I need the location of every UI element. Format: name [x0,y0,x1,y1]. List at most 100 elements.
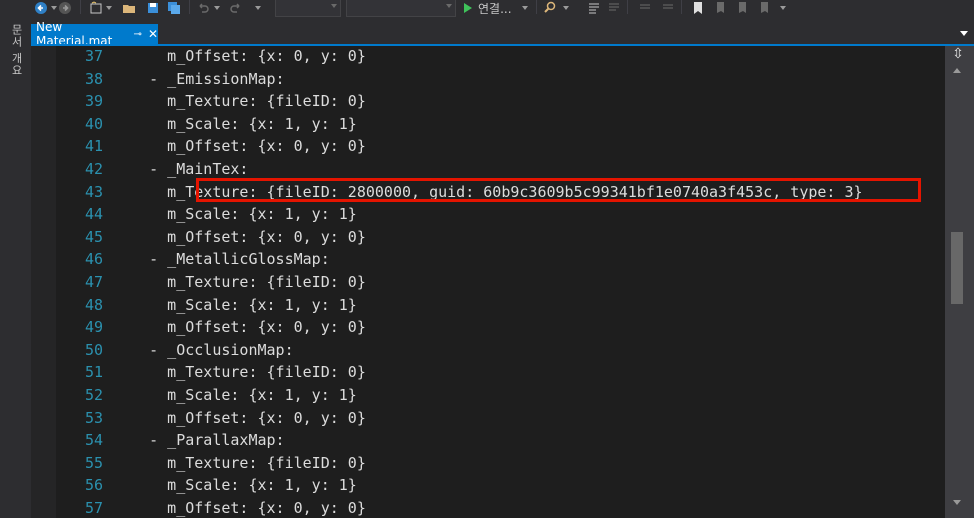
code-line[interactable]: 52 m_Scale: {x: 1, y: 1} [31,384,945,407]
line-number: 51 [84,363,103,382]
code-line[interactable]: 37 m_Offset: {x: 0, y: 0} [31,46,945,68]
tab-overflow-dropdown-icon[interactable] [960,31,968,36]
line-number: 44 [84,205,103,224]
next-bookmark-icon[interactable] [734,0,750,16]
pin-icon[interactable]: ⊸ [134,29,142,40]
save-all-icon[interactable] [166,0,182,16]
redo-dropdown-icon[interactable] [254,0,262,16]
code-text[interactable]: m_Texture: {fileID: 0} [113,361,366,384]
line-number: 55 [84,453,103,472]
code-line[interactable]: 41 m_Offset: {x: 0, y: 0} [31,135,945,158]
toolbar-separator [627,0,628,14]
code-line[interactable]: 57 m_Offset: {x: 0, y: 0} [31,497,945,518]
play-icon [464,3,472,13]
code-line[interactable]: 56 m_Scale: {x: 1, y: 1} [31,474,945,497]
line-number: 45 [84,227,103,246]
bookmark-icon[interactable] [690,0,706,16]
forward-icon[interactable] [57,0,73,16]
open-file-icon[interactable] [121,0,137,16]
line-number: 37 [84,47,103,65]
scroll-up-icon[interactable] [953,68,961,73]
code-text[interactable]: - _EmissionMap: [113,68,284,91]
code-text[interactable]: m_Scale: {x: 1, y: 1} [113,384,357,407]
undo-icon[interactable] [195,0,211,16]
code-text[interactable]: m_Texture: {fileID: 0} [113,452,366,475]
line-number: 57 [84,499,103,517]
find-dropdown-icon[interactable] [562,0,570,16]
code-line[interactable]: 50 - _OcclusionMap: [31,339,945,362]
line-number: 50 [84,340,103,359]
code-text[interactable]: m_Offset: {x: 0, y: 0} [113,135,366,158]
split-editor-icon[interactable]: ⇳ [948,46,968,62]
code-text[interactable]: m_Offset: {x: 0, y: 0} [113,226,366,249]
code-text[interactable]: m_Scale: {x: 1, y: 1} [113,113,357,136]
line-number: 52 [84,386,103,404]
toolbar: 연결... [0,0,974,18]
code-line[interactable]: 40 m_Scale: {x: 1, y: 1} [31,113,945,136]
code-text[interactable]: m_Texture: {fileID: 0} [113,271,366,294]
close-icon[interactable]: ✕ [148,27,158,41]
code-text[interactable]: - _ParallaxMap: [113,429,284,452]
code-line[interactable]: 55 m_Texture: {fileID: 0} [31,452,945,475]
tab-new-material[interactable]: New Material.mat ⊸ ✕ [31,20,158,48]
highlight-box [196,178,921,202]
code-text[interactable]: m_Texture: {fileID: 0} [113,90,366,113]
code-text[interactable]: m_Scale: {x: 1, y: 1} [113,203,357,226]
format-left-icon[interactable] [637,0,653,16]
toolbar-separator [681,0,682,14]
line-number: 47 [84,273,103,291]
code-line[interactable]: 51 m_Texture: {fileID: 0} [31,361,945,384]
code-text[interactable]: m_Offset: {x: 0, y: 0} [113,497,366,518]
new-project-dropdown-icon[interactable] [105,0,113,16]
line-number: 54 [84,431,103,450]
code-text[interactable]: m_Offset: {x: 0, y: 0} [113,46,366,68]
code-text[interactable]: m_Offset: {x: 0, y: 0} [113,407,366,430]
solution-configuration-select[interactable] [275,0,341,17]
previous-bookmark-icon[interactable] [712,0,728,16]
code-line[interactable]: 49 m_Offset: {x: 0, y: 0} [31,316,945,339]
line-number: 48 [84,295,103,314]
line-number: 41 [84,137,103,156]
save-icon[interactable] [145,0,161,16]
start-button[interactable]: 연결... [463,0,523,16]
line-number: 40 [84,114,103,133]
line-number: 49 [84,318,103,337]
uncomment-icon[interactable] [606,0,622,16]
back-icon[interactable] [32,0,50,16]
line-number: 46 [84,250,103,269]
toolbar-separator [189,0,190,14]
toolbar-overflow-icon[interactable] [779,0,787,16]
code-editor[interactable]: 37 m_Offset: {x: 0, y: 0} 38 - _EmissionM… [31,46,945,518]
document-outline-tab[interactable]: 문서 개요 [8,24,24,77]
code-line[interactable]: 54 - _ParallaxMap: [31,429,945,452]
line-number: 42 [84,160,103,178]
code-line[interactable]: 38 - _EmissionMap: [31,68,945,91]
find-icon[interactable] [542,0,558,16]
new-project-icon[interactable] [88,0,104,16]
scrollbar-thumb[interactable] [951,232,963,304]
undo-dropdown-icon[interactable] [213,0,221,16]
comment-icon[interactable] [586,0,602,16]
code-line[interactable]: 44 m_Scale: {x: 1, y: 1} [31,203,945,226]
clear-bookmarks-icon[interactable] [756,0,772,16]
code-line[interactable]: 45 m_Offset: {x: 0, y: 0} [31,226,945,249]
code-text[interactable]: m_Scale: {x: 1, y: 1} [113,474,357,497]
format-right-icon[interactable] [660,0,676,16]
redo-icon[interactable] [228,0,244,16]
solution-platform-select[interactable] [346,0,456,17]
code-text[interactable]: m_Scale: {x: 1, y: 1} [113,294,357,317]
line-number: 38 [84,69,103,88]
left-tool-strip: 문서 개요 [0,18,31,518]
code-line[interactable]: 46 - _MetallicGlossMap: [31,248,945,271]
code-line[interactable]: 53 m_Offset: {x: 0, y: 0} [31,407,945,430]
code-text[interactable]: m_Offset: {x: 0, y: 0} [113,316,366,339]
code-line[interactable]: 39 m_Texture: {fileID: 0} [31,90,945,113]
start-dropdown-icon[interactable] [521,0,529,16]
start-button-label: 연결... [478,1,512,16]
code-line[interactable]: 47 m_Texture: {fileID: 0} [31,271,945,294]
line-number: 56 [84,476,103,495]
code-line[interactable]: 48 m_Scale: {x: 1, y: 1} [31,294,945,317]
code-text[interactable]: - _OcclusionMap: [113,339,294,362]
code-text[interactable]: - _MetallicGlossMap: [113,248,330,271]
scroll-down-icon[interactable] [953,500,961,505]
